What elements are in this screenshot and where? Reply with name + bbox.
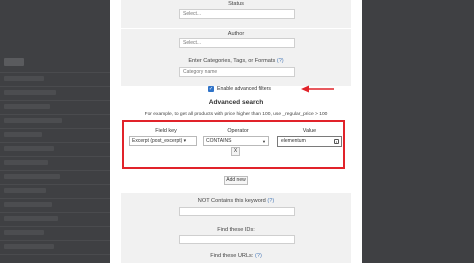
- advanced-search-heading: Advanced search: [208, 99, 264, 106]
- background-right-panel: [362, 0, 474, 263]
- background-row: [0, 142, 110, 143]
- background-row: [0, 240, 110, 241]
- background-cell: [4, 230, 44, 235]
- status-filter: Status Select...: [121, 0, 351, 28]
- status-label: Status: [228, 1, 244, 7]
- background-cell: [4, 174, 60, 179]
- background-cell: [4, 188, 46, 193]
- background-cell: [4, 160, 48, 165]
- author-select[interactable]: Select...: [179, 38, 295, 48]
- value-text: elementum: [281, 138, 306, 144]
- categories-help-link[interactable]: (?): [277, 58, 284, 64]
- find-urls-filter: Find these URLs: (?): [121, 249, 351, 263]
- enable-advanced-filters[interactable]: ✓ Enable advanced filters: [208, 85, 271, 93]
- search-filters-modal: Status Select... Author Select... Enter …: [110, 0, 362, 263]
- background-row: [0, 254, 110, 255]
- background-cell: [4, 146, 54, 151]
- background-cell: [4, 76, 44, 81]
- background-cell: [4, 244, 54, 249]
- status-select[interactable]: Select...: [179, 9, 295, 19]
- background-row: [0, 184, 110, 185]
- background-row: [0, 198, 110, 199]
- background-row: [0, 156, 110, 157]
- annotation-arrow-icon: [301, 85, 334, 93]
- author-label: Author: [227, 31, 245, 37]
- find-urls-label: Find these URLs: (?): [121, 253, 351, 259]
- background-row: [0, 170, 110, 171]
- background-row: [0, 226, 110, 227]
- not-contains-help-link[interactable]: (?): [267, 198, 274, 204]
- background-row: [0, 100, 110, 101]
- background-button: [4, 58, 24, 66]
- categories-label: Enter Categories, Tags, or Formats (?): [121, 58, 351, 64]
- background-cell: [4, 132, 42, 137]
- value-clear-icon[interactable]: •: [334, 139, 339, 144]
- value-input[interactable]: elementum •: [277, 136, 342, 147]
- background-cell: [4, 90, 56, 95]
- categories-filter: Enter Categories, Tags, or Formats (?) C…: [121, 54, 351, 86]
- not-contains-filter: NOT Contains this keyword (?): [121, 193, 351, 223]
- advanced-filters-label: Enable advanced filters: [217, 86, 271, 92]
- operator-dropdown-icon: ▼: [262, 139, 266, 144]
- not-contains-input[interactable]: [179, 207, 295, 216]
- background-row: [0, 128, 110, 129]
- background-row: [0, 114, 110, 115]
- add-new-button[interactable]: Add new: [224, 176, 248, 185]
- background-cell: [4, 118, 62, 123]
- background-row: [0, 212, 110, 213]
- remove-condition-button[interactable]: X: [231, 147, 240, 156]
- not-contains-label-text: NOT Contains this keyword: [197, 198, 266, 204]
- categories-label-text: Enter Categories, Tags, or Formats: [188, 58, 276, 64]
- advanced-filters-checkbox[interactable]: ✓: [208, 86, 214, 92]
- background-cell: [4, 104, 50, 109]
- find-ids-input[interactable]: [179, 235, 295, 244]
- field-key-heading: Field key: [155, 128, 177, 134]
- background-posts-table: [0, 0, 110, 263]
- background-cell: [4, 202, 52, 207]
- value-heading: Value: [302, 128, 317, 134]
- background-cell: [4, 216, 58, 221]
- operator-select[interactable]: CONTAINS ▼: [203, 136, 269, 146]
- categories-input[interactable]: Category name: [179, 67, 295, 77]
- background-row: [0, 86, 110, 87]
- operator-heading: Operator: [227, 128, 249, 134]
- find-urls-help-link[interactable]: (?): [255, 253, 262, 259]
- find-urls-label-text: Find these URLs:: [210, 253, 254, 259]
- field-key-select[interactable]: Excerpt (post_excerpt) ▾: [129, 136, 197, 146]
- operator-value: CONTAINS: [206, 138, 232, 144]
- find-ids-label: Find these IDs:: [217, 227, 255, 233]
- background-row: [0, 72, 110, 73]
- advanced-search-example: For example, to get all products with pr…: [144, 112, 328, 117]
- not-contains-label: NOT Contains this keyword (?): [121, 198, 351, 204]
- find-ids-filter: Find these IDs:: [121, 223, 351, 249]
